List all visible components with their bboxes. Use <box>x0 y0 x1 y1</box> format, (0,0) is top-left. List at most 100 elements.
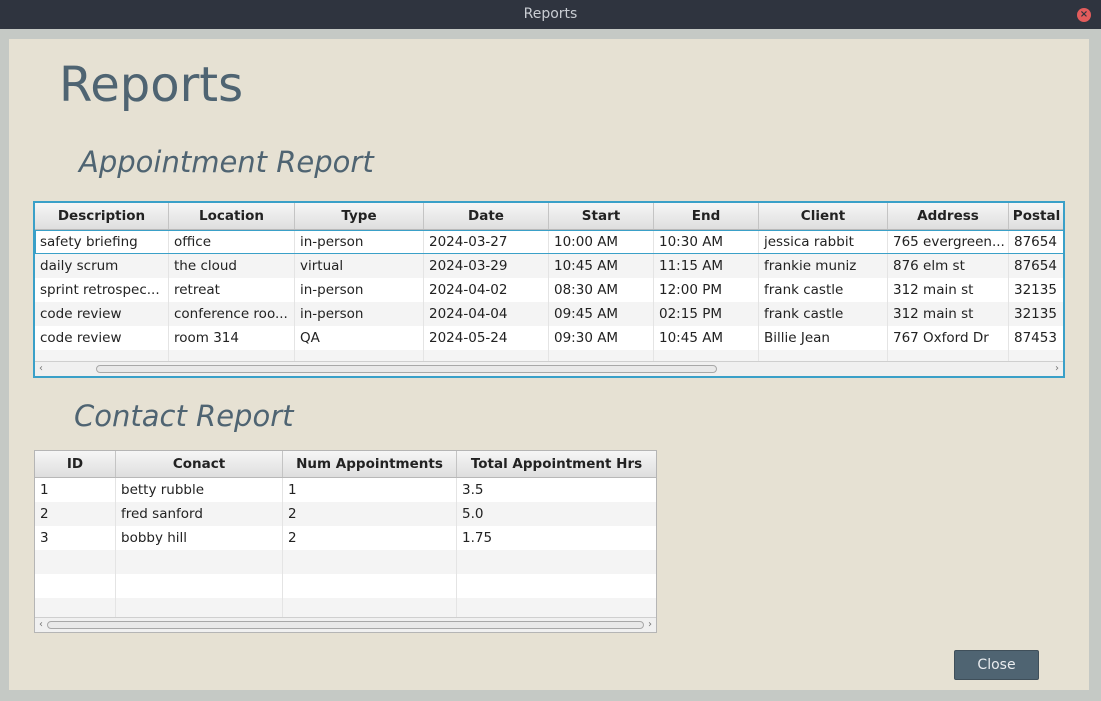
column-header[interactable]: Date <box>424 203 549 229</box>
column-header[interactable]: Total Appointment Hrs <box>457 451 656 477</box>
window-title: Reports <box>523 6 578 22</box>
scroll-left-icon[interactable]: ‹ <box>35 362 47 376</box>
table-cell: 87654 <box>1009 254 1063 278</box>
scroll-right-icon[interactable]: › <box>644 618 656 632</box>
table-cell: frank castle <box>759 278 888 302</box>
table-cell: 3.5 <box>457 478 656 502</box>
table-cell: the cloud <box>169 254 295 278</box>
column-header[interactable]: Location <box>169 203 295 229</box>
table-cell: 1.75 <box>457 526 656 550</box>
column-header[interactable]: Client <box>759 203 888 229</box>
table-cell: 312 main st <box>888 278 1009 302</box>
table-cell: 2 <box>283 502 457 526</box>
page-title: Reports <box>59 57 244 113</box>
contact-table-body: 1 betty rubble 1 3.5 2 fred sanford 2 5.0 3 bobby… <box>35 478 656 622</box>
table-cell: in-person <box>295 302 424 326</box>
table-cell: 12:00 PM <box>654 278 759 302</box>
table-cell: 312 main st <box>888 302 1009 326</box>
appointment-table-header: Description Location Type Date Start End Clien… <box>35 203 1063 230</box>
table-cell: 09:30 AM <box>549 326 654 350</box>
scroll-thumb[interactable] <box>47 621 644 629</box>
table-cell: Billie Jean <box>759 326 888 350</box>
table-cell: betty rubble <box>116 478 283 502</box>
table-cell: 32135 <box>1009 302 1063 326</box>
table-row[interactable]: daily scrum the cloud virtual 2024-03-29 10:… <box>35 254 1063 278</box>
scroll-right-icon[interactable]: › <box>1051 362 1063 376</box>
table-row[interactable]: 3 bobby hill 2 1.75 <box>35 526 656 550</box>
table-cell: 767 Oxford Dr <box>888 326 1009 350</box>
window-titlebar: Reports × <box>0 0 1101 29</box>
table-cell: frank castle <box>759 302 888 326</box>
appointment-table-body: safety briefing office in-person 2024-03-27… <box>35 230 1063 374</box>
table-cell: 876 elm st <box>888 254 1009 278</box>
close-button[interactable]: Close <box>954 650 1039 680</box>
table-cell <box>457 550 656 574</box>
table-cell: 10:45 AM <box>549 254 654 278</box>
column-header[interactable]: ID <box>35 451 116 477</box>
empty-row[interactable] <box>35 574 656 598</box>
appointment-table[interactable]: Description Location Type Date Start End Clien… <box>34 202 1064 377</box>
table-row[interactable]: code review room 314 QA 2024-05-24 09:30 AM 1… <box>35 326 1063 350</box>
contact-table-header: ID Conact Num Appointments Total Appointmen… <box>35 451 656 478</box>
column-header[interactable]: Num Appointments <box>283 451 457 477</box>
table-cell: in-person <box>295 278 424 302</box>
table-cell: 08:30 AM <box>549 278 654 302</box>
scroll-thumb[interactable] <box>96 365 717 373</box>
table-cell: 765 evergreen... <box>888 230 1009 254</box>
table-cell: retreat <box>169 278 295 302</box>
table-cell: 5.0 <box>457 502 656 526</box>
column-header[interactable]: Conact <box>116 451 283 477</box>
column-header[interactable]: End <box>654 203 759 229</box>
table-cell: 32135 <box>1009 278 1063 302</box>
table-cell: 2024-04-02 <box>424 278 549 302</box>
table-row[interactable]: 1 betty rubble 1 3.5 <box>35 478 656 502</box>
column-header[interactable]: Postal <box>1009 203 1063 229</box>
table-cell: code review <box>35 326 169 350</box>
table-cell: 10:45 AM <box>654 326 759 350</box>
table-row[interactable]: safety briefing office in-person 2024-03-27… <box>35 230 1063 254</box>
table-cell: safety briefing <box>35 230 169 254</box>
column-header[interactable]: Address <box>888 203 1009 229</box>
table-cell: 3 <box>35 526 116 550</box>
table-cell: 2024-03-27 <box>424 230 549 254</box>
table-cell <box>283 550 457 574</box>
table-cell: 87654 <box>1009 230 1063 254</box>
table-cell: 10:30 AM <box>654 230 759 254</box>
table-cell: QA <box>295 326 424 350</box>
table-cell <box>116 550 283 574</box>
table-cell <box>35 550 116 574</box>
appointment-horizontal-scrollbar[interactable]: ‹ › <box>35 361 1063 376</box>
table-cell: daily scrum <box>35 254 169 278</box>
table-cell: jessica rabbit <box>759 230 888 254</box>
column-header[interactable]: Start <box>549 203 654 229</box>
table-row[interactable]: code review conference roo... in-person 202… <box>35 302 1063 326</box>
table-cell <box>35 574 116 598</box>
table-cell: sprint retrospec... <box>35 278 169 302</box>
reports-panel: Reports Appointment Report Description Lo… <box>9 39 1089 690</box>
table-cell: frankie muniz <box>759 254 888 278</box>
table-cell: 2024-03-29 <box>424 254 549 278</box>
column-header[interactable]: Description <box>35 203 169 229</box>
scroll-left-icon[interactable]: ‹ <box>35 618 47 632</box>
table-cell: 1 <box>283 478 457 502</box>
table-row[interactable]: 2 fred sanford 2 5.0 <box>35 502 656 526</box>
table-cell: conference roo... <box>169 302 295 326</box>
table-cell: 10:00 AM <box>549 230 654 254</box>
appointment-report-heading: Appointment Report <box>79 145 374 179</box>
table-cell: 2 <box>35 502 116 526</box>
table-cell: 2 <box>283 526 457 550</box>
table-cell: office <box>169 230 295 254</box>
table-cell: 02:15 PM <box>654 302 759 326</box>
window-close-icon[interactable]: × <box>1077 8 1091 22</box>
table-cell <box>283 574 457 598</box>
empty-row[interactable] <box>35 550 656 574</box>
table-cell <box>457 574 656 598</box>
contact-table[interactable]: ID Conact Num Appointments Total Appointmen… <box>34 450 657 633</box>
table-row[interactable]: sprint retrospec... retreat in-person 2024-… <box>35 278 1063 302</box>
table-cell: 2024-04-04 <box>424 302 549 326</box>
contact-horizontal-scrollbar[interactable]: ‹ › <box>35 617 656 632</box>
contact-report-heading: Contact Report <box>74 399 294 433</box>
table-cell: 11:15 AM <box>654 254 759 278</box>
column-header[interactable]: Type <box>295 203 424 229</box>
table-cell: fred sanford <box>116 502 283 526</box>
